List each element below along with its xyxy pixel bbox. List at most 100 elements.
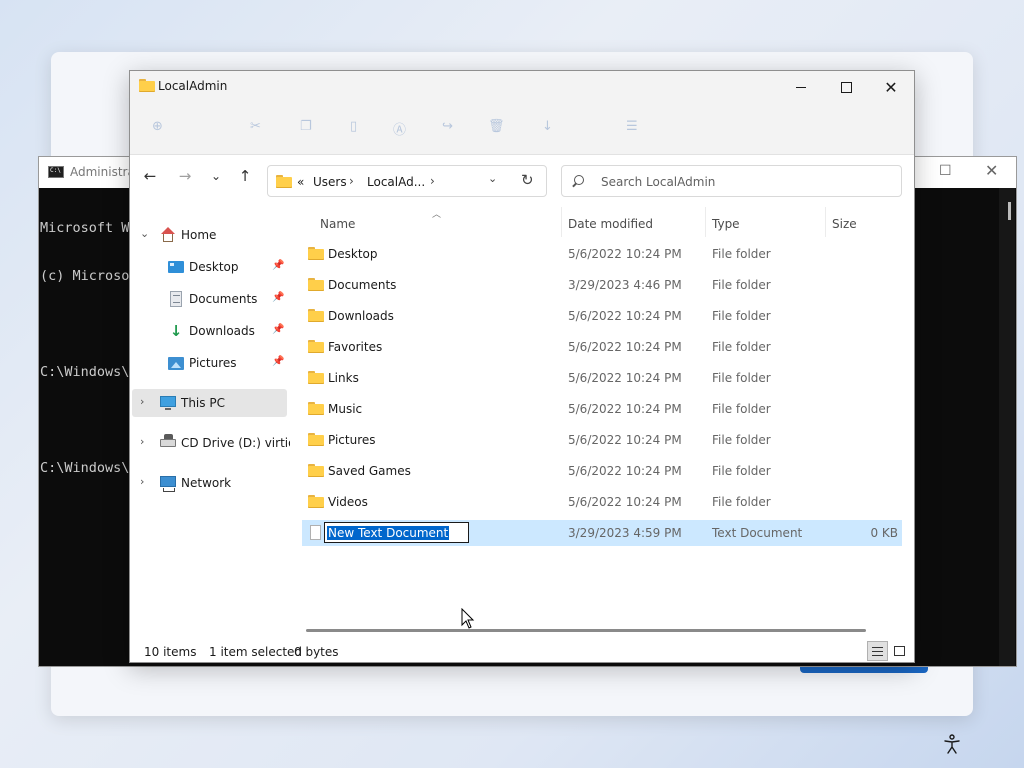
- breadcrumb-overflow[interactable]: «: [297, 175, 304, 189]
- file-list[interactable]: ︿ Name Date modified Type Size Desktop 5…: [290, 205, 914, 641]
- nav-item-documents[interactable]: Documents 📌: [132, 285, 287, 313]
- nav-item-this-pc[interactable]: › This PC: [132, 389, 287, 417]
- tiles-view-button[interactable]: [889, 641, 910, 661]
- column-divider[interactable]: [825, 207, 826, 237]
- nav-label: Pictures: [189, 356, 237, 370]
- network-icon: [160, 476, 176, 492]
- chevron-right-icon[interactable]: ›: [349, 174, 354, 188]
- cut-icon[interactable]: ✂: [250, 119, 261, 134]
- details-view-button[interactable]: [867, 641, 888, 661]
- chevron-right-icon[interactable]: ›: [140, 395, 144, 408]
- rename-input[interactable]: New Text Document: [324, 522, 469, 543]
- file-size: 0 KB: [870, 526, 898, 540]
- close-button[interactable]: ✕: [868, 71, 914, 103]
- downloads-icon: ↓: [169, 322, 183, 340]
- accessibility-icon[interactable]: [942, 734, 962, 754]
- navigation-pane: ⌄ Home Desktop 📌 Documents 📌 ↓ Downloads…: [130, 205, 307, 641]
- cmd-maximize-button[interactable]: ☐: [939, 163, 955, 181]
- chevron-down-icon[interactable]: ⌄: [488, 172, 497, 185]
- share-icon[interactable]: ↪: [442, 119, 453, 134]
- refresh-icon[interactable]: ↻: [521, 171, 534, 189]
- nav-label: Network: [181, 476, 232, 490]
- sort-ascending-icon: ︿: [432, 210, 442, 220]
- list-item[interactable]: Saved Games 5/6/2022 10:24 PM File folde…: [302, 458, 902, 484]
- column-header-type[interactable]: Type: [712, 217, 740, 231]
- copy-icon[interactable]: ❐: [300, 119, 312, 134]
- rename-icon[interactable]: Ⓐ: [393, 119, 406, 138]
- explorer-titlebar[interactable]: LocalAdmin ✕: [130, 71, 914, 103]
- file-date: 5/6/2022 10:24 PM: [568, 495, 682, 509]
- address-row: ← → ⌄ ↑ « Users › LocalAd... › ⌄ ↻ Searc…: [130, 155, 914, 205]
- list-item[interactable]: Desktop 5/6/2022 10:24 PM File folder: [302, 241, 902, 267]
- back-button[interactable]: ←: [138, 164, 162, 188]
- cmd-scrollbar[interactable]: [999, 188, 1015, 666]
- file-name: Music: [328, 402, 363, 416]
- breadcrumb-localadmin[interactable]: LocalAd...: [367, 175, 425, 189]
- list-item[interactable]: Documents 3/29/2023 4:46 PM File folder: [302, 272, 902, 298]
- maximize-button[interactable]: [823, 71, 869, 103]
- rename-text: New Text Document: [327, 526, 450, 540]
- file-date: 3/29/2023 4:46 PM: [568, 278, 682, 292]
- nav-item-pictures[interactable]: Pictures 📌: [132, 349, 287, 377]
- chevron-down-icon[interactable]: ⌄: [140, 227, 149, 240]
- column-header-name[interactable]: Name: [320, 217, 355, 231]
- search-box[interactable]: Search LocalAdmin: [561, 165, 902, 197]
- folder-icon: [308, 340, 324, 353]
- pin-icon[interactable]: 📌: [272, 356, 284, 367]
- column-header-size[interactable]: Size: [832, 217, 857, 231]
- nav-item-network[interactable]: › Network: [132, 469, 287, 497]
- recent-locations-button[interactable]: ⌄: [204, 164, 228, 188]
- view-icon[interactable]: ☰: [626, 119, 638, 134]
- file-type: File folder: [712, 309, 771, 323]
- search-icon: [572, 175, 586, 188]
- list-item-selected[interactable]: New Text Document 3/29/2023 4:59 PM Text…: [302, 520, 902, 546]
- nav-item-desktop[interactable]: Desktop 📌: [132, 253, 287, 281]
- sort-icon[interactable]: ↓: [542, 119, 553, 134]
- list-item[interactable]: Pictures 5/6/2022 10:24 PM File folder: [302, 427, 902, 453]
- file-explorer-window[interactable]: LocalAdmin ✕ ⊕ ✂ ❐ ▯ Ⓐ ↪ 🗑 ↓ ☰ ← → ⌄ ↑ «…: [129, 70, 915, 663]
- search-input[interactable]: Search LocalAdmin: [601, 175, 715, 189]
- list-item[interactable]: Videos 5/6/2022 10:24 PM File folder: [302, 489, 902, 515]
- folder-icon: [276, 175, 292, 188]
- paste-icon[interactable]: ▯: [350, 119, 357, 134]
- file-date: 5/6/2022 10:24 PM: [568, 247, 682, 261]
- list-item[interactable]: Music 5/6/2022 10:24 PM File folder: [302, 396, 902, 422]
- up-button[interactable]: ↑: [233, 164, 257, 188]
- breadcrumb-users[interactable]: Users: [313, 175, 347, 189]
- list-item[interactable]: Links 5/6/2022 10:24 PM File folder: [302, 365, 902, 391]
- nav-item-home[interactable]: ⌄ Home: [132, 221, 287, 249]
- file-date: 5/6/2022 10:24 PM: [568, 371, 682, 385]
- cmd-close-button[interactable]: ✕: [985, 161, 1001, 181]
- delete-icon[interactable]: 🗑: [488, 119, 505, 134]
- address-bar[interactable]: « Users › LocalAd... › ⌄ ↻: [267, 165, 547, 197]
- column-divider[interactable]: [705, 207, 706, 237]
- folder-icon: [308, 247, 324, 260]
- nav-item-downloads[interactable]: ↓ Downloads 📌: [132, 317, 287, 345]
- nav-item-cd-drive[interactable]: › CD Drive (D:) virtio-v: [132, 429, 307, 457]
- pin-icon[interactable]: 📌: [272, 292, 284, 303]
- chevron-right-icon[interactable]: ›: [140, 475, 144, 488]
- pin-icon[interactable]: 📌: [272, 260, 284, 271]
- file-type: File folder: [712, 402, 771, 416]
- list-item[interactable]: Favorites 5/6/2022 10:24 PM File folder: [302, 334, 902, 360]
- file-date: 5/6/2022 10:24 PM: [568, 464, 682, 478]
- file-date: 5/6/2022 10:24 PM: [568, 309, 682, 323]
- new-icon[interactable]: ⊕: [152, 119, 163, 134]
- file-name: Pictures: [328, 433, 376, 447]
- column-divider[interactable]: [561, 207, 562, 237]
- folder-icon: [308, 495, 324, 508]
- chevron-right-icon[interactable]: ›: [140, 435, 144, 448]
- forward-button[interactable]: →: [173, 164, 197, 188]
- computer-icon: [160, 396, 176, 410]
- folder-icon: [139, 79, 155, 92]
- list-item[interactable]: Downloads 5/6/2022 10:24 PM File folder: [302, 303, 902, 329]
- pin-icon[interactable]: 📌: [272, 324, 284, 335]
- minimize-button[interactable]: [778, 71, 824, 103]
- cmd-scrollbar-thumb[interactable]: [1008, 202, 1011, 220]
- horizontal-scrollbar[interactable]: [306, 629, 866, 632]
- file-type: File folder: [712, 464, 771, 478]
- file-type: File folder: [712, 278, 771, 292]
- column-header-date[interactable]: Date modified: [568, 217, 653, 231]
- file-type: File folder: [712, 340, 771, 354]
- chevron-right-icon[interactable]: ›: [430, 174, 435, 188]
